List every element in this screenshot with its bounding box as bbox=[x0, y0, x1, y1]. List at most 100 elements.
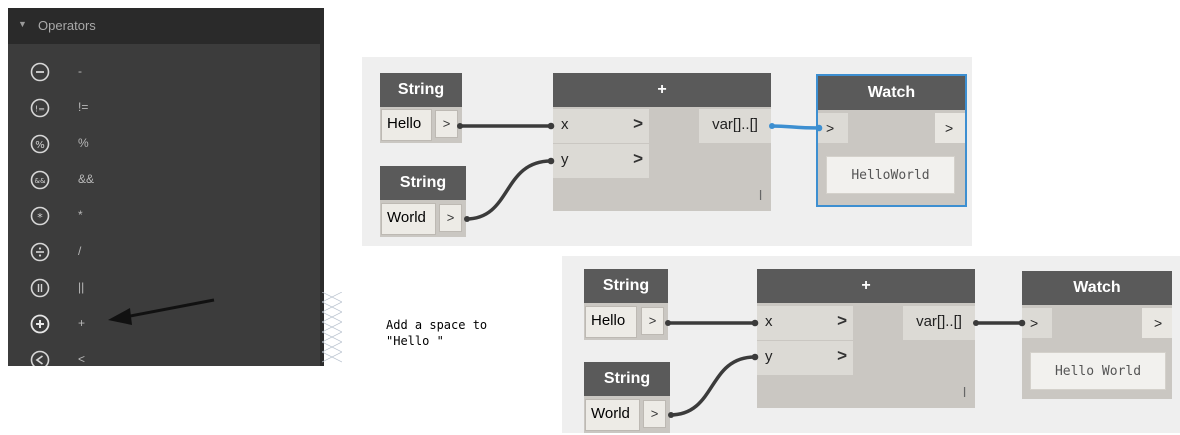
string-input-field[interactable]: World bbox=[585, 399, 640, 431]
input-port-x[interactable]: x > bbox=[553, 109, 649, 144]
output-port[interactable]: > bbox=[643, 400, 666, 428]
wire-world-to-y[interactable] bbox=[669, 355, 756, 417]
port-label: x bbox=[561, 116, 569, 133]
add-node[interactable]: + x > y > var[]..[] l bbox=[553, 73, 771, 211]
library-item-multiply[interactable]: * * bbox=[8, 199, 324, 235]
watch-display: Hello World bbox=[1030, 352, 1166, 390]
string-node-hello[interactable]: String Hello > bbox=[584, 269, 668, 340]
output-port[interactable]: > bbox=[439, 204, 462, 232]
output-arrow: > bbox=[1154, 315, 1163, 331]
library-item-or[interactable]: || bbox=[8, 271, 324, 307]
library-item-label: + bbox=[78, 316, 86, 330]
port-label: x bbox=[765, 313, 773, 330]
string-input-field[interactable]: World bbox=[381, 203, 436, 235]
wire-add-to-watch[interactable] bbox=[770, 124, 821, 130]
svg-text:*: * bbox=[37, 211, 43, 224]
output-port[interactable]: var[]..[] bbox=[699, 109, 771, 143]
wire-world-to-y[interactable] bbox=[465, 159, 552, 221]
library-panel: ▼ Operators - != != % % && && * * / || +… bbox=[8, 8, 324, 366]
plus-icon bbox=[30, 314, 50, 334]
node-title: + bbox=[757, 269, 975, 303]
output-arrow: > bbox=[945, 120, 954, 136]
svg-text:!=: != bbox=[35, 105, 45, 114]
less-than-icon bbox=[30, 350, 50, 366]
annotation-note: Add a space to "Hello " bbox=[386, 317, 556, 349]
library-item-less-than[interactable]: < bbox=[8, 343, 324, 366]
not-equal-icon: != bbox=[30, 98, 50, 118]
library-item-label: - bbox=[78, 64, 82, 78]
output-port[interactable]: > bbox=[641, 307, 664, 335]
svg-text:%: % bbox=[35, 140, 45, 151]
library-item-minus[interactable]: - bbox=[8, 55, 324, 91]
chevron-right-icon: > bbox=[633, 114, 643, 133]
node-title: String bbox=[584, 362, 670, 396]
string-value: World bbox=[591, 405, 630, 422]
node-title: + bbox=[553, 73, 771, 107]
library-item-label: < bbox=[78, 352, 86, 366]
watch-node[interactable]: Watch > > Hello World bbox=[1022, 271, 1172, 399]
library-item-divide[interactable]: / bbox=[8, 235, 324, 271]
input-port-y[interactable]: y > bbox=[757, 341, 853, 376]
input-port-y[interactable]: y > bbox=[553, 144, 649, 179]
add-node[interactable]: + x > y > var[]..[] l bbox=[757, 269, 975, 408]
output-port[interactable]: var[]..[] bbox=[903, 306, 975, 340]
percent-icon: % bbox=[30, 134, 50, 154]
port-label: y bbox=[561, 151, 569, 168]
output-port[interactable]: > bbox=[435, 110, 458, 138]
and-icon: && bbox=[30, 170, 50, 190]
canvas-hatch-decoration bbox=[322, 292, 342, 363]
library-item-label: * bbox=[78, 208, 83, 222]
lacing-indicator: l bbox=[759, 187, 763, 203]
node-title: String bbox=[380, 73, 462, 107]
string-node-world[interactable]: String World > bbox=[380, 166, 466, 237]
library-item-percent[interactable]: % % bbox=[8, 127, 324, 163]
output-port[interactable]: > bbox=[935, 113, 965, 143]
library-item-label: != bbox=[78, 100, 89, 114]
watch-display: HelloWorld bbox=[826, 156, 955, 194]
graph-canvas-before[interactable]: String Hello > String World > + x > y > … bbox=[362, 57, 972, 246]
svg-text:&&: && bbox=[35, 177, 46, 185]
string-value: Hello bbox=[387, 115, 422, 132]
chevron-right-icon: > bbox=[837, 311, 847, 330]
library-item-label: % bbox=[78, 136, 89, 150]
section-title: Operators bbox=[38, 18, 96, 33]
minus-icon bbox=[30, 62, 50, 82]
graph-canvas-after[interactable]: String Hello > String World > + x > y > … bbox=[562, 256, 1180, 433]
collapse-caret-icon[interactable]: ▼ bbox=[18, 19, 27, 29]
annotation-line: Add a space to bbox=[386, 318, 488, 332]
lacing-indicator: l bbox=[963, 384, 967, 400]
chevron-right-icon: > bbox=[837, 346, 847, 365]
annotation-line: "Hello " bbox=[386, 334, 444, 348]
library-item-not-equal[interactable]: != != bbox=[8, 91, 324, 127]
output-port[interactable]: > bbox=[1142, 308, 1172, 338]
string-input-field[interactable]: Hello bbox=[381, 109, 432, 141]
library-item-label: || bbox=[78, 280, 85, 294]
library-item-label: / bbox=[78, 244, 82, 258]
input-port-x[interactable]: x > bbox=[757, 306, 853, 341]
input-arrow: > bbox=[826, 120, 835, 136]
input-port[interactable]: > bbox=[818, 113, 848, 143]
string-value: World bbox=[387, 209, 426, 226]
string-input-field[interactable]: Hello bbox=[585, 306, 637, 338]
output-label: var[]..[] bbox=[712, 116, 758, 133]
watch-node[interactable]: Watch > > HelloWorld bbox=[816, 74, 967, 207]
asterisk-icon: * bbox=[30, 206, 50, 226]
output-label: var[]..[] bbox=[916, 313, 962, 330]
divide-icon bbox=[30, 242, 50, 262]
node-title: Watch bbox=[1022, 271, 1172, 305]
port-label: y bbox=[765, 348, 773, 365]
string-value: Hello bbox=[591, 312, 626, 329]
operators-section-header[interactable]: ▼ Operators bbox=[8, 8, 324, 44]
library-item-and[interactable]: && && bbox=[8, 163, 324, 199]
chevron-right-icon: > bbox=[633, 149, 643, 168]
input-arrow: > bbox=[1030, 315, 1039, 331]
node-title: String bbox=[584, 269, 668, 303]
node-title: Watch bbox=[818, 76, 965, 110]
library-item-label: && bbox=[78, 172, 95, 186]
library-item-plus[interactable]: + bbox=[8, 307, 324, 343]
node-title: String bbox=[380, 166, 466, 200]
or-icon bbox=[30, 278, 50, 298]
input-port[interactable]: > bbox=[1022, 308, 1052, 338]
string-node-hello[interactable]: String Hello > bbox=[380, 73, 462, 143]
string-node-world[interactable]: String World > bbox=[584, 362, 670, 433]
